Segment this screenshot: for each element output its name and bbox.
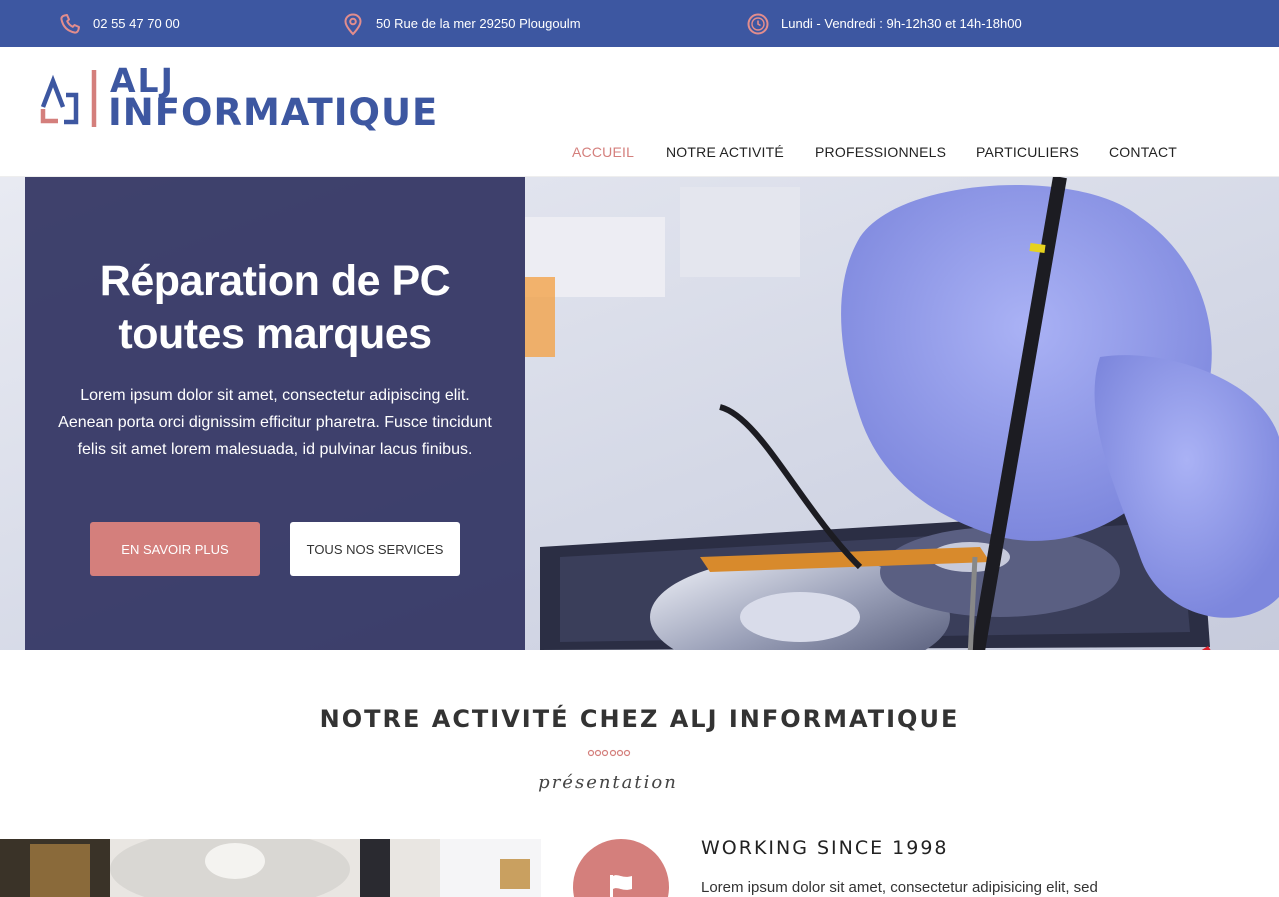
hero-title-line-1: Réparation de PC	[99, 257, 451, 305]
nav-item-particuliers[interactable]: PARTICULIERS	[976, 144, 1079, 160]
address-info: 50 Rue de la mer 29250 Plougoulm	[341, 0, 581, 47]
flag-icon	[610, 875, 632, 897]
site-logo[interactable]: ALJ INFORMATIQUE	[40, 61, 500, 134]
logo-mark-icon	[40, 70, 97, 127]
nav-item-notre-activite[interactable]: NOTRE ACTIVITÉ	[666, 144, 784, 160]
nav-item-contact[interactable]: CONTACT	[1109, 144, 1177, 160]
feature-text: Lorem ipsum dolor sit amet, consectetur …	[701, 879, 1098, 896]
feature-title: WORKING SINCE 1998	[701, 837, 949, 859]
ornament-divider-icon	[587, 749, 631, 757]
hours-text: Lundi - Vendredi : 9h-12h30 et 14h-18h00	[781, 16, 1022, 31]
hero-section: Réparation de PC toutes marques Lorem ip…	[0, 177, 1279, 650]
nav-item-professionnels[interactable]: PROFESSIONNELS	[815, 144, 946, 160]
top-info-bar: 02 55 47 70 00 50 Rue de la mer 29250 Pl…	[0, 0, 1279, 47]
hero-description: Lorem ipsum dolor sit amet, consectetur …	[58, 387, 492, 458]
phone-icon	[60, 13, 80, 34]
main-nav: ACCUEIL NOTRE ACTIVITÉ PROFESSIONNELS PA…	[0, 144, 1279, 166]
clock-icon	[747, 13, 769, 34]
hero-overlay-panel: Réparation de PC toutes marques Lorem ip…	[25, 177, 525, 650]
activity-section-subtitle: présentation	[538, 772, 678, 793]
feature-badge	[573, 839, 669, 897]
site-header: ALJ INFORMATIQUE ACCUEIL NOTRE ACTIVITÉ …	[0, 47, 1279, 177]
hard-drive-image	[0, 839, 541, 897]
nav-item-accueil[interactable]: ACCUEIL	[572, 144, 634, 160]
phone-info[interactable]: 02 55 47 70 00	[58, 0, 180, 47]
map-pin-icon	[344, 12, 362, 35]
hero-title: Réparation de PC toutes marques	[25, 255, 525, 361]
phone-number[interactable]: 02 55 47 70 00	[93, 16, 180, 31]
hours-info: Lundi - Vendredi : 9h-12h30 et 14h-18h00	[746, 0, 1022, 47]
hero-title-line-2: toutes marques	[118, 310, 432, 358]
activity-section-title: NOTRE ACTIVITÉ CHEZ ALJ INFORMATIQUE	[319, 705, 960, 733]
address-text: 50 Rue de la mer 29250 Plougoulm	[376, 16, 581, 31]
learn-more-button[interactable]: EN SAVOIR PLUS	[90, 522, 260, 576]
logo-line-2: INFORMATIQUE	[108, 91, 439, 134]
all-services-button[interactable]: TOUS NOS SERVICES	[290, 522, 460, 576]
